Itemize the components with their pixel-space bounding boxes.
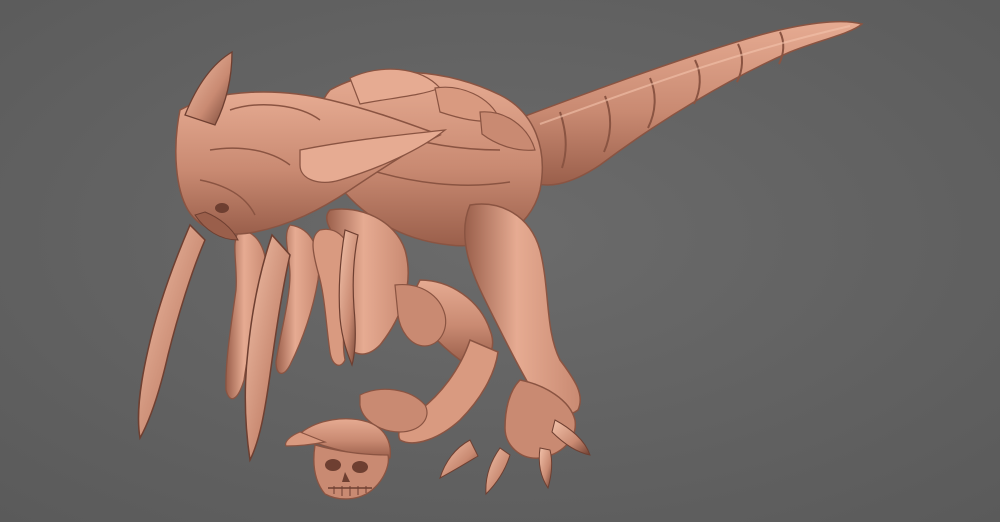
skull-eye-left: [325, 459, 341, 471]
sculpt-viewport[interactable]: [0, 0, 1000, 522]
skull-eye-right: [352, 461, 368, 473]
sculpt-render: [0, 0, 1000, 522]
creature-eye: [215, 203, 229, 213]
